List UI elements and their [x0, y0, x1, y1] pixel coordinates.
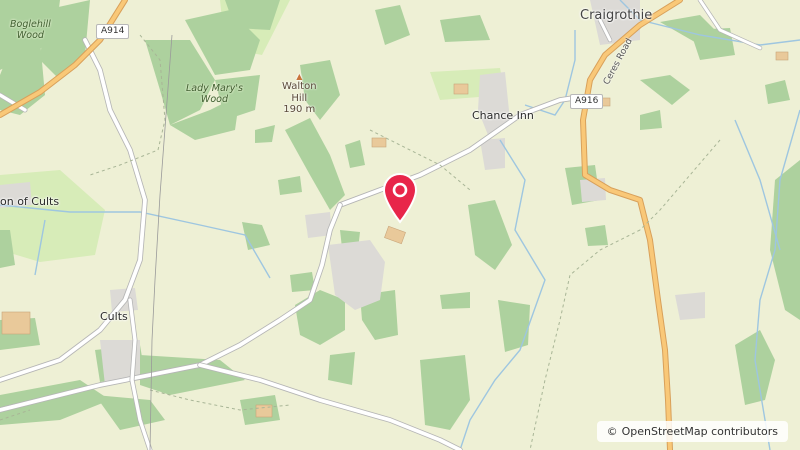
wood-label-lady-marys: Lady Mary's Wood: [186, 83, 243, 106]
attribution-link[interactable]: OpenStreetMap contributors: [622, 425, 778, 438]
wood-label-lady-marys-line1: Lady Mary's: [186, 83, 243, 94]
map-attribution: © OpenStreetMap contributors: [596, 421, 788, 442]
road-shield-a914: A914: [96, 24, 130, 39]
map-canvas[interactable]: Craigrothie Chance Inn Cults on of Cults…: [0, 0, 800, 450]
wood-label-boglehill-line1: Boglehill: [10, 19, 51, 30]
location-marker-pin-icon[interactable]: [382, 172, 418, 226]
location-marker-shape: [382, 172, 418, 224]
wood-label-boglehill-line2: Wood: [16, 29, 44, 41]
peak-name-line2: Hill: [291, 92, 308, 104]
wood-label-boglehill: Boglehill Wood: [10, 19, 51, 42]
place-label-craigrothie: Craigrothie: [580, 8, 653, 23]
copyright-symbol: ©: [606, 425, 618, 438]
wood-label-lady-marys-line2: Wood: [200, 93, 228, 105]
road-shield-a916: A916: [570, 94, 604, 109]
place-label-cults: Cults: [100, 310, 128, 323]
place-label-pitlessie-of-cults: on of Cults: [0, 195, 60, 208]
peak-name-line1: Walton: [282, 81, 317, 93]
place-label-chance-inn: Chance Inn: [472, 109, 534, 122]
peak-label-walton-hill: ▲ Walton Hill 190 m: [282, 72, 317, 116]
peak-triangle-icon: ▲: [296, 72, 303, 81]
peak-elevation: 190 m: [283, 104, 316, 116]
